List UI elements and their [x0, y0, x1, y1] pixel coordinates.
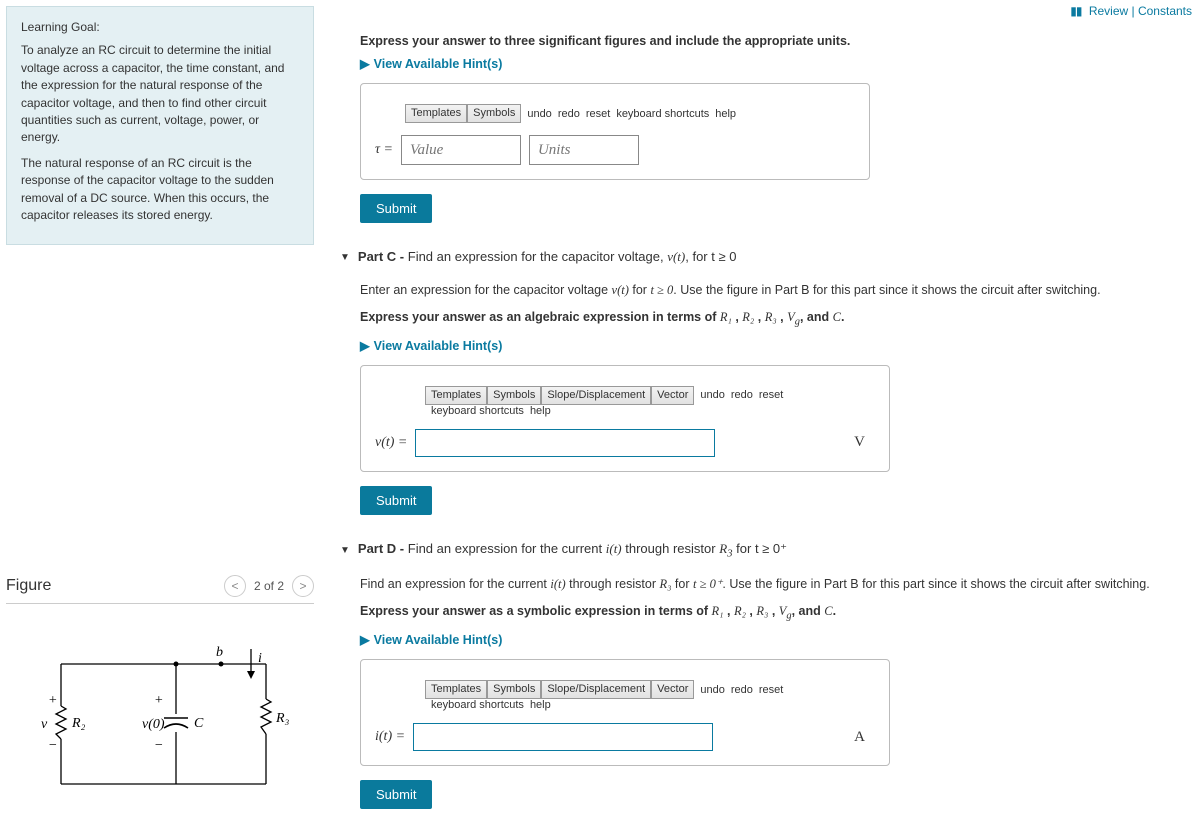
label-C: C [194, 716, 204, 731]
partC-hints-toggle[interactable]: ▶View Available Hint(s) [360, 338, 1190, 353]
partC-expression-input[interactable] [415, 429, 715, 457]
redo-button[interactable]: redo [731, 389, 753, 401]
redo-button[interactable]: redo [731, 684, 753, 696]
partC-submit-button[interactable]: Submit [360, 486, 432, 515]
label-minus-1: − [48, 738, 57, 753]
partD-expression-input[interactable] [413, 723, 713, 751]
circuit-diagram: b i R₃ R₂ C v v(0) + − + − [26, 634, 306, 814]
label-b: b [216, 645, 223, 660]
top-answer-box: Templates Symbols undo redo reset keyboa… [360, 83, 870, 180]
figure-next-button[interactable]: > [292, 575, 314, 597]
reset-button[interactable]: reset [759, 389, 783, 401]
redo-button[interactable]: redo [558, 108, 580, 120]
partD-answer-box: Templates Symbols Slope/Displacement Vec… [360, 659, 890, 766]
learning-goal-p1: To analyze an RC circuit to determine th… [21, 42, 299, 146]
help-button[interactable]: help [530, 699, 551, 711]
vector-button[interactable]: Vector [651, 680, 694, 699]
slope-button[interactable]: Slope/Displacement [541, 386, 651, 405]
figure-panel: Figure < 2 of 2 > [6, 575, 314, 814]
reset-button[interactable]: reset [586, 108, 610, 120]
label-i: i [258, 651, 262, 666]
undo-button[interactable]: undo [527, 108, 551, 120]
partD-header[interactable]: ▼ Part D - Find an expression for the cu… [340, 541, 1190, 560]
symbols-button[interactable]: Symbols [467, 104, 521, 123]
label-minus-2: − [154, 738, 163, 753]
figure-prev-button[interactable]: < [224, 575, 246, 597]
label-v: v [41, 717, 48, 732]
keyboard-shortcuts-button[interactable]: keyboard shortcuts [431, 405, 524, 417]
figure-title: Figure [6, 577, 51, 595]
reset-button[interactable]: reset [759, 684, 783, 696]
keyboard-shortcuts-button[interactable]: keyboard shortcuts [431, 699, 524, 711]
label-v0: v(0) [142, 717, 165, 732]
partD-desc2: Express your answer as a symbolic expres… [360, 602, 1190, 624]
label-R2: R₂ [71, 716, 86, 731]
top-links: ▮▮ Review | Constants [1070, 4, 1192, 18]
partC-header[interactable]: ▼ Part C - Find an expression for the ca… [340, 249, 1190, 265]
help-button[interactable]: help [715, 108, 736, 120]
label-plus-1: + [48, 693, 57, 708]
undo-button[interactable]: undo [700, 389, 724, 401]
vector-button[interactable]: Vector [651, 386, 694, 405]
caret-down-icon: ▼ [340, 545, 350, 556]
constants-link[interactable]: Constants [1138, 4, 1192, 18]
partC-desc1: Enter an expression for the capacitor vo… [360, 281, 1190, 300]
triangle-right-icon: ▶ [360, 56, 370, 71]
partC-answer-box: Templates Symbols Slope/Displacement Vec… [360, 365, 890, 472]
tau-label: τ = [375, 142, 393, 158]
learning-goal-title: Learning Goal: [21, 19, 299, 36]
caret-down-icon: ▼ [340, 252, 350, 263]
top-hints-toggle[interactable]: ▶View Available Hint(s) [360, 56, 1190, 71]
partD-desc1: Find an expression for the current i(t) … [360, 575, 1190, 594]
triangle-right-icon: ▶ [360, 632, 370, 647]
symbols-button[interactable]: Symbols [487, 386, 541, 405]
partD-hints-toggle[interactable]: ▶View Available Hint(s) [360, 632, 1190, 647]
top-instruction: Express your answer to three significant… [360, 34, 1190, 48]
partD-unit: A [854, 729, 865, 746]
learning-goal-box: Learning Goal: To analyze an RC circuit … [6, 6, 314, 245]
units-input[interactable] [529, 135, 639, 165]
figure-counter: 2 of 2 [254, 579, 284, 593]
constants-icon: ▮▮ [1070, 4, 1081, 18]
templates-button[interactable]: Templates [425, 386, 487, 405]
partD-input-label: i(t) = [375, 729, 405, 745]
review-link[interactable]: Review [1089, 4, 1128, 18]
learning-goal-p2: The natural response of an RC circuit is… [21, 155, 299, 225]
partC-desc2: Express your answer as an algebraic expr… [360, 308, 1190, 330]
triangle-right-icon: ▶ [360, 338, 370, 353]
keyboard-shortcuts-button[interactable]: keyboard shortcuts [616, 108, 709, 120]
symbols-button[interactable]: Symbols [487, 680, 541, 699]
templates-button[interactable]: Templates [425, 680, 487, 699]
label-R3: R₃ [275, 711, 290, 726]
value-input[interactable] [401, 135, 521, 165]
undo-button[interactable]: undo [700, 684, 724, 696]
partD-submit-button[interactable]: Submit [360, 780, 432, 809]
slope-button[interactable]: Slope/Displacement [541, 680, 651, 699]
top-submit-button[interactable]: Submit [360, 194, 432, 223]
partC-unit: V [854, 434, 865, 451]
help-button[interactable]: help [530, 405, 551, 417]
partC-input-label: v(t) = [375, 435, 407, 451]
templates-button[interactable]: Templates [405, 104, 467, 123]
label-plus-2: + [154, 693, 163, 708]
